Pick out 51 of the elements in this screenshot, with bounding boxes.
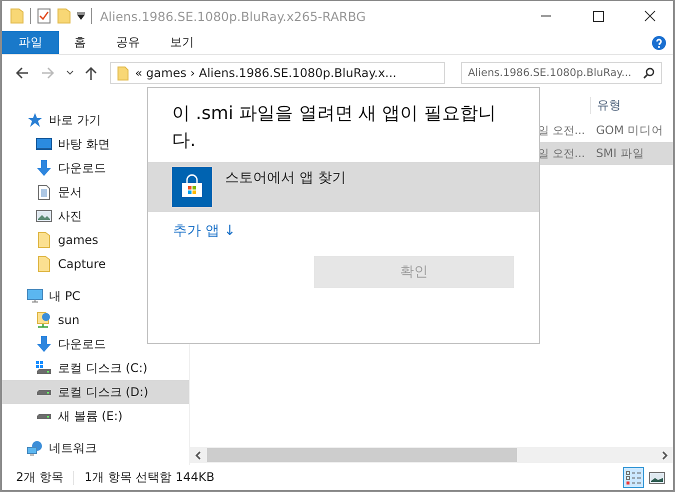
scroll-right-icon[interactable] xyxy=(662,450,668,460)
help-icon[interactable] xyxy=(652,36,666,50)
table-cell: GOM 미디어 xyxy=(596,123,664,138)
desktop-icon xyxy=(36,138,52,150)
address-bar[interactable]: « games › Aliens.1986.SE.1080p.BluRay.x... xyxy=(110,62,445,84)
sidebar-item[interactable]: 로컬 디스크 (C:) xyxy=(2,356,189,380)
sidebar-item[interactable]: 새 볼륨 (E:) xyxy=(2,404,189,428)
ribbon-tab[interactable]: 보기 xyxy=(155,31,209,54)
document-icon xyxy=(38,184,50,200)
drive-icon xyxy=(36,412,52,420)
computer-icon xyxy=(26,289,42,303)
sidebar-item[interactable]: sun xyxy=(2,308,189,332)
properties-icon[interactable] xyxy=(37,8,51,24)
more-apps-link[interactable]: 추가 앱 ↓ xyxy=(173,222,236,240)
selection-info: 1개 항목 선택함 144KB xyxy=(84,469,215,486)
window-title: Aliens.1986.SE.1080p.BluRay.x265-RARBG xyxy=(100,8,366,24)
sidebar-item[interactable]: Capture xyxy=(2,252,189,276)
horizontal-scrollbar[interactable] xyxy=(190,447,673,463)
dialog-title: 이 .smi 파일을 열려면 새 앱이 필요합니다. xyxy=(171,102,497,153)
recent-dropdown-icon[interactable] xyxy=(66,70,74,76)
up-icon[interactable] xyxy=(84,65,98,81)
folder-icon xyxy=(38,256,50,272)
pictures-icon xyxy=(36,210,52,222)
sidebar-item[interactable]: 내 PC xyxy=(2,284,189,308)
folder-icon xyxy=(117,66,129,81)
scroll-left-icon[interactable] xyxy=(195,450,201,460)
search-icon xyxy=(643,67,655,79)
details-view-button[interactable] xyxy=(623,467,644,488)
network-icon xyxy=(26,440,42,456)
column-header[interactable]: 유형 xyxy=(590,96,621,114)
network-folder-icon xyxy=(36,312,50,328)
download-icon xyxy=(36,160,52,176)
dropdown-icon[interactable] xyxy=(77,12,85,20)
search-field[interactable]: Aliens.1986.SE.1080p.BluRay... xyxy=(461,62,662,84)
drive-icon xyxy=(36,388,52,396)
store-bag-icon xyxy=(172,167,212,207)
folder-icon xyxy=(38,232,50,248)
store-option[interactable]: 스토어에서 앱 찾기 xyxy=(148,162,539,212)
sidebar-item[interactable]: 로컬 디스크 (D:) xyxy=(2,380,189,404)
table-cell: SMI 파일 xyxy=(596,146,644,161)
windows-drive-icon xyxy=(36,361,52,375)
ribbon-tab[interactable]: 홈 xyxy=(59,31,101,54)
sidebar-item[interactable]: 네트워크 xyxy=(2,436,189,460)
back-icon[interactable] xyxy=(14,65,30,81)
item-count: 2개 항목 xyxy=(16,469,64,486)
ribbon-tab[interactable]: 공유 xyxy=(101,31,155,54)
scroll-thumb[interactable] xyxy=(207,448,517,462)
download-icon xyxy=(36,336,52,352)
star-icon xyxy=(28,113,42,127)
file-menu-tab[interactable]: 파일 xyxy=(2,31,59,54)
sidebar-item[interactable]: 다운로드 xyxy=(2,332,189,356)
